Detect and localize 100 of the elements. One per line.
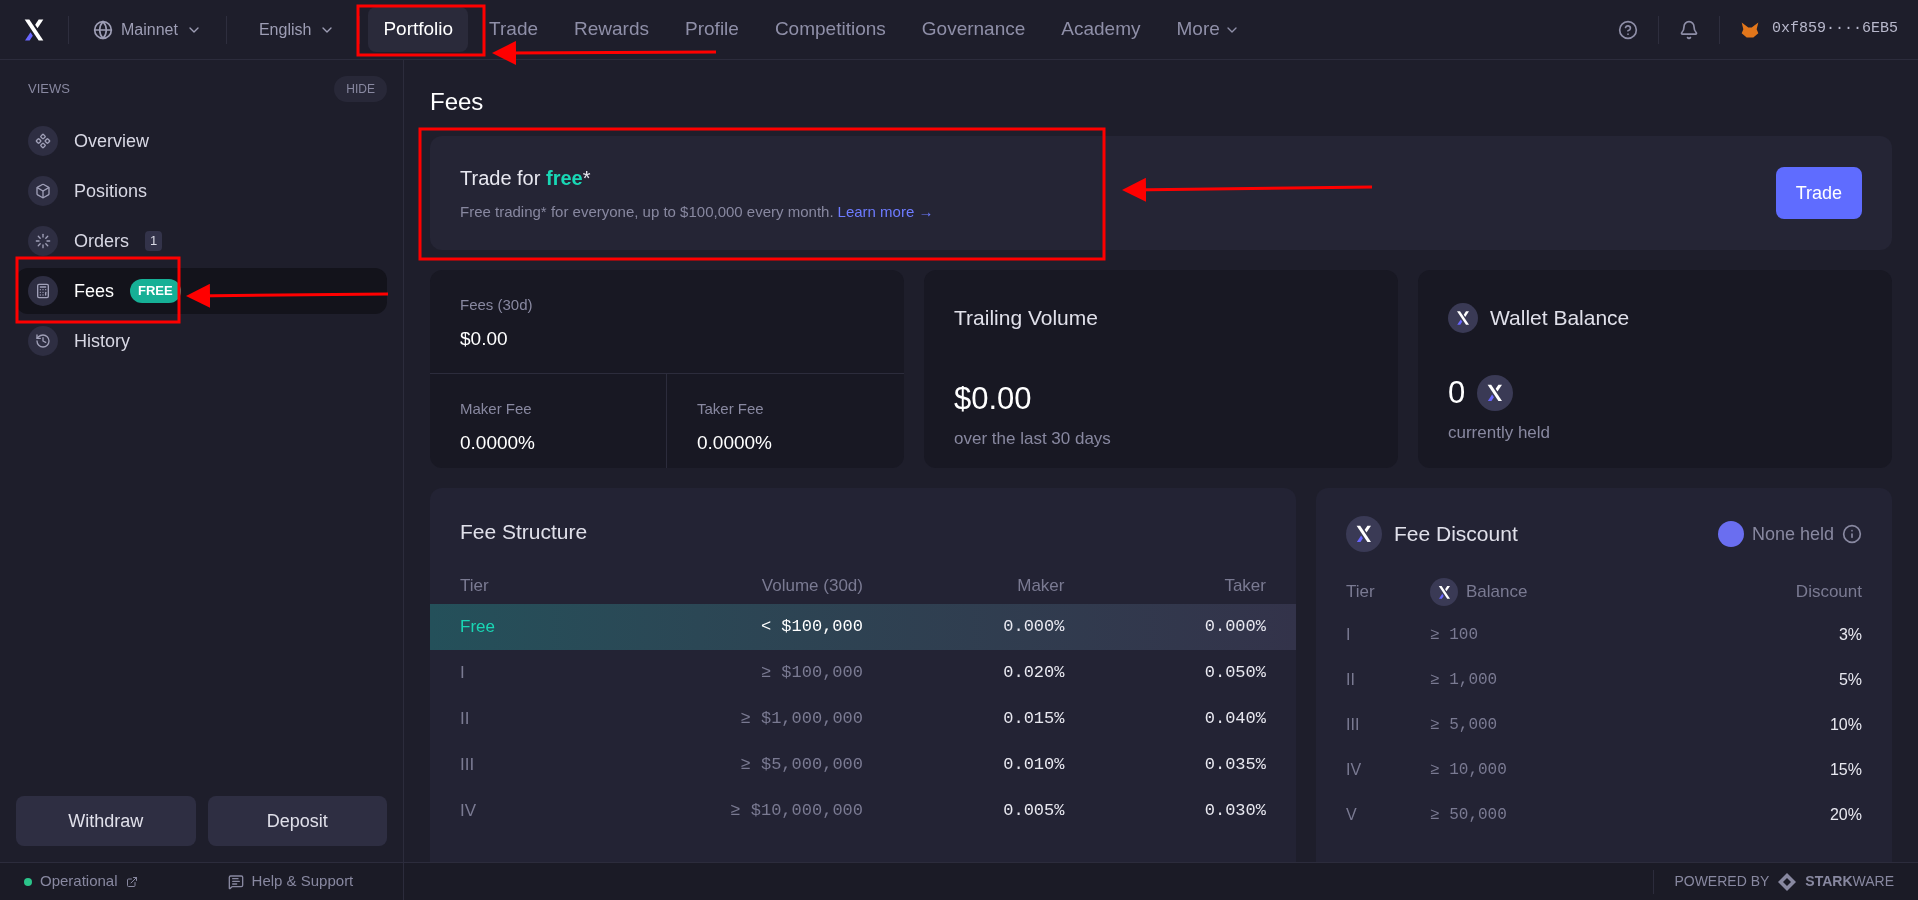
- wallet-button[interactable]: 0xf859····6EB5: [1739, 18, 1898, 41]
- table-cell-text: V: [1346, 804, 1358, 825]
- network-selector[interactable]: Mainnet: [93, 17, 202, 42]
- stat-label: Maker Fee: [460, 399, 533, 419]
- sidebar-label: Positions: [74, 179, 148, 203]
- stat-value: $0.00: [460, 326, 509, 351]
- table-cell-text: 0.035%: [1203, 753, 1266, 776]
- table-cell-text: ≥ 100: [1430, 624, 1479, 646]
- card-title: Wallet Balance: [1490, 305, 1630, 331]
- table-cell-text: ≥ 10,000: [1430, 759, 1508, 781]
- table-cell-text: ≥ $5,000,000: [739, 753, 863, 776]
- section-heading: VIEWS: [28, 80, 70, 99]
- action-button[interactable]: Withdraw: [16, 796, 196, 846]
- table-cell-text: III: [460, 753, 476, 776]
- token-icon: [1346, 516, 1382, 552]
- info-icon[interactable]: [1842, 524, 1862, 544]
- token-icon: [1448, 302, 1478, 333]
- notification-icon[interactable]: [1678, 19, 1699, 40]
- table-cell-text: 0.010%: [1002, 753, 1065, 776]
- table-cell-text: ≥ 5,000: [1430, 714, 1499, 736]
- table-cell-text: 0.000%: [1203, 615, 1266, 638]
- calculator-icon: [28, 276, 58, 306]
- trade-button[interactable]: Trade: [1775, 167, 1862, 219]
- nav-tab[interactable]: Trade: [474, 7, 554, 52]
- table-cell-text: 10%: [1828, 714, 1862, 735]
- nav-tab[interactable]: Portfolio: [368, 7, 469, 52]
- history-icon: [28, 326, 58, 356]
- status-text: None held: [1751, 522, 1834, 546]
- card-title: Trailing Volume: [954, 305, 1099, 331]
- sidebar-item[interactable]: Positions: [16, 168, 387, 214]
- table-cell-text: 0.030%: [1203, 799, 1266, 822]
- table-cell-text: ≥ $1,000,000: [739, 707, 863, 730]
- column-header: Volume (30d): [760, 574, 863, 597]
- banner-title: Trade for free*: [460, 165, 592, 191]
- table-cell-text: Free: [460, 615, 496, 638]
- table-cell-text: ≥ $100,000: [759, 661, 863, 684]
- column-header: Tier: [1346, 581, 1376, 604]
- table-cell-text: I: [1346, 624, 1352, 645]
- table-cell-text: 0.000%: [1002, 615, 1065, 638]
- column-header: Tier: [460, 574, 490, 597]
- card-title: Fee Structure: [459, 519, 589, 545]
- table-cell-text: II: [1346, 669, 1356, 690]
- nav-tab[interactable]: More: [1161, 7, 1255, 52]
- table-cell-text: IV: [1346, 759, 1363, 780]
- table-cell-text: 15%: [1828, 759, 1862, 780]
- token-icon: [1430, 578, 1458, 606]
- nav-tab[interactable]: Academy: [1046, 7, 1156, 52]
- table-cell-text: ≥ $10,000,000: [729, 799, 863, 822]
- help-link[interactable]: Help & Support: [227, 870, 354, 893]
- table-cell-text: 0.015%: [1002, 707, 1065, 730]
- stat-value: 0.0000%: [460, 430, 536, 455]
- diamond-logo-icon: [1777, 871, 1798, 892]
- hide-button[interactable]: HIDE: [334, 76, 387, 102]
- sidebar-label: Orders: [74, 229, 129, 253]
- action-button[interactable]: Deposit: [207, 796, 387, 846]
- page-title: Fees: [430, 87, 485, 117]
- banner-text: Free trading* for everyone, up to $100,000 every month.: [460, 201, 834, 222]
- table-cell-text: < $100,000: [759, 615, 863, 638]
- help-icon[interactable]: [1617, 19, 1638, 40]
- sidebar-label: Fees: [74, 279, 115, 303]
- column-header: Taker: [1223, 574, 1266, 597]
- globe-icon: [93, 19, 113, 40]
- sidebar-item[interactable]: History: [16, 318, 387, 364]
- stat-value: 0.0000%: [697, 430, 773, 455]
- table-cell-text: 20%: [1828, 804, 1862, 825]
- table-cell-text: 0.020%: [1002, 661, 1065, 684]
- nav-tab[interactable]: Profile: [670, 7, 754, 52]
- status-link[interactable]: Operational: [24, 870, 138, 893]
- column-header: Balance: [1466, 581, 1528, 604]
- sidebar-item[interactable]: Orders 1: [16, 218, 387, 264]
- table-cell-text: III: [1346, 714, 1361, 735]
- stat-value: 0: [1448, 373, 1466, 412]
- count-badge: 1: [145, 231, 163, 251]
- stat-label: Taker Fee: [697, 399, 765, 419]
- language-selector[interactable]: English: [250, 17, 344, 42]
- nav-tab[interactable]: Governance: [906, 7, 1041, 52]
- stat-value: $0.00: [954, 379, 1033, 418]
- table-cell-text: 3%: [1837, 624, 1862, 645]
- table-cell-text: 0.040%: [1203, 707, 1266, 730]
- sidebar-label: Overview: [74, 129, 149, 153]
- sidebar-item[interactable]: Overview: [16, 118, 387, 164]
- external-link-icon: [125, 875, 138, 888]
- table-cell-text: ≥ 50,000: [1430, 804, 1508, 826]
- sidebar-label: History: [74, 329, 130, 353]
- stat-label: Fees (30d): [460, 295, 534, 315]
- nav-tab[interactable]: Competitions: [759, 7, 901, 52]
- nav-tab[interactable]: Rewards: [559, 7, 665, 52]
- learn-more-link[interactable]: Learn more →: [837, 200, 934, 224]
- table-cell-text: I: [460, 661, 466, 684]
- sidebar-item[interactable]: Fees FREE: [16, 268, 387, 314]
- powered-by-text: POWERED BY: [1674, 872, 1770, 891]
- table-cell-text: 5%: [1837, 669, 1862, 690]
- token-icon: [1477, 374, 1514, 411]
- column-header: Discount: [1794, 581, 1862, 604]
- table-cell-text: 0.005%: [1002, 799, 1065, 822]
- stat-caption: currently held: [1448, 422, 1552, 444]
- brand-name: STARKWARE: [1805, 872, 1894, 891]
- free-badge: FREE: [130, 279, 181, 303]
- table-cell-text: IV: [460, 799, 478, 822]
- stat-caption: over the last 30 days: [954, 428, 1112, 450]
